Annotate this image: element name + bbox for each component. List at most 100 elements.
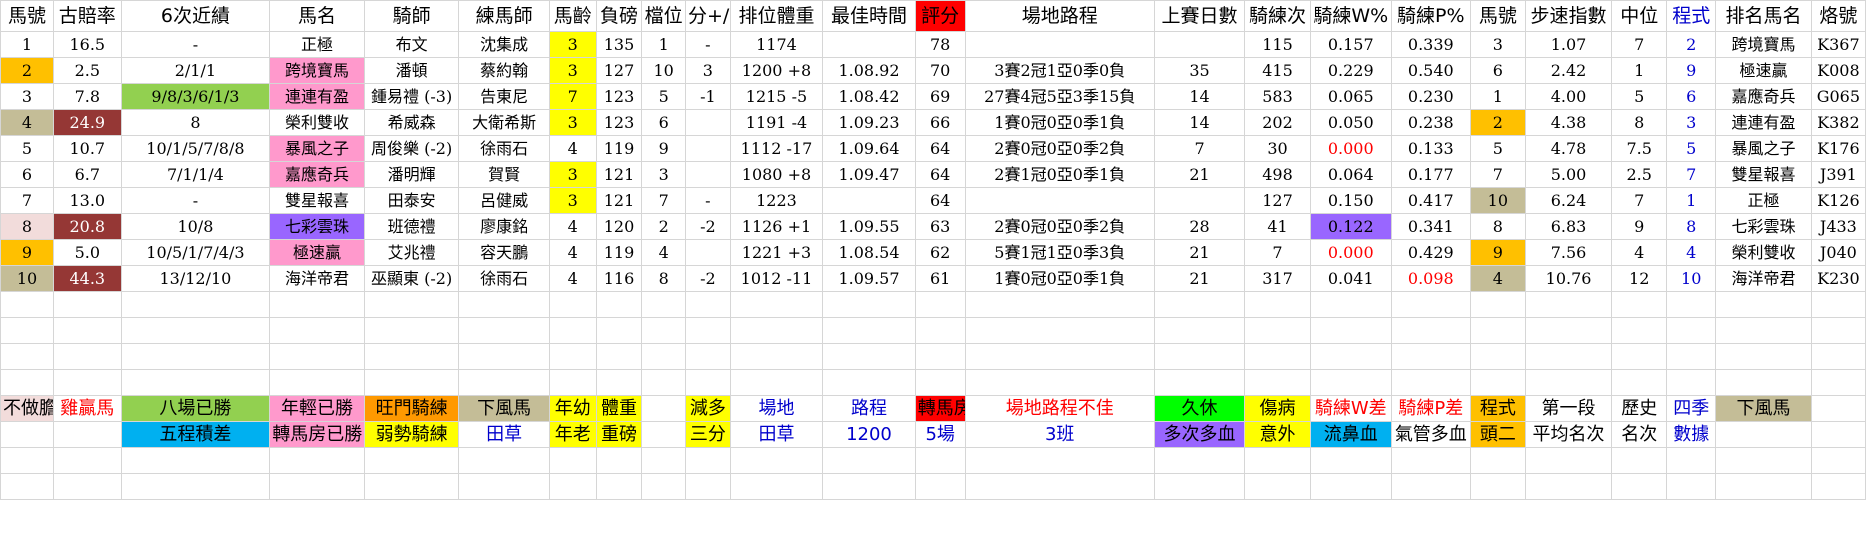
legend-cell[interactable]: 旺門騎練 <box>363 395 460 422</box>
legend-cell[interactable] <box>1810 395 1866 422</box>
table-cell[interactable]: 64 <box>914 187 966 214</box>
table-cell[interactable] <box>53 447 122 474</box>
table-cell[interactable]: 70 <box>914 57 966 84</box>
column-header[interactable]: 馬號 <box>0 0 55 32</box>
table-cell[interactable] <box>822 369 916 396</box>
column-header[interactable]: 上賽日數 <box>1153 0 1246 32</box>
table-cell[interactable] <box>1810 291 1866 318</box>
table-cell[interactable] <box>363 317 460 344</box>
table-cell[interactable]: 7 <box>548 83 597 110</box>
table-cell[interactable] <box>595 291 643 318</box>
legend-cell[interactable]: 四季 <box>1666 395 1717 422</box>
table-cell[interactable] <box>120 447 271 474</box>
table-cell[interactable] <box>914 291 966 318</box>
table-cell[interactable]: 1191 -4 <box>729 109 824 136</box>
table-cell[interactable]: 5 <box>1611 83 1668 110</box>
table-cell[interactable] <box>914 473 966 500</box>
table-cell[interactable] <box>120 473 271 500</box>
table-cell[interactable]: 8 <box>641 265 687 292</box>
table-cell[interactable]: 10.76 <box>1524 265 1613 292</box>
table-cell[interactable] <box>1469 473 1526 500</box>
table-cell[interactable] <box>1153 317 1246 344</box>
table-cell[interactable] <box>1244 369 1311 396</box>
table-cell[interactable]: -2 <box>685 265 731 292</box>
table-cell[interactable]: 4 <box>548 135 597 162</box>
table-cell[interactable]: 徐雨石 <box>458 265 550 292</box>
table-cell[interactable]: 6 <box>0 161 55 188</box>
table-cell[interactable] <box>1611 343 1668 370</box>
table-cell[interactable]: 鍾易禮 (-3) <box>363 83 460 110</box>
table-cell[interactable] <box>1810 369 1866 396</box>
table-cell[interactable] <box>53 473 122 500</box>
table-cell[interactable] <box>1309 447 1392 474</box>
table-cell[interactable]: 13/12/10 <box>120 265 271 292</box>
table-cell[interactable]: 317 <box>1244 265 1311 292</box>
table-cell[interactable]: 202 <box>1244 109 1311 136</box>
table-cell[interactable] <box>1810 343 1866 370</box>
table-cell[interactable]: 8 <box>120 109 271 136</box>
table-cell[interactable] <box>363 343 460 370</box>
table-cell[interactable]: 2 <box>641 213 687 240</box>
legend-cell[interactable]: 數據 <box>1666 421 1717 448</box>
table-cell[interactable]: 連連有盈 <box>269 83 365 110</box>
legend-cell[interactable] <box>641 395 687 422</box>
table-cell[interactable] <box>595 447 643 474</box>
table-cell[interactable]: 海洋帝君 <box>269 265 365 292</box>
table-cell[interactable] <box>685 343 731 370</box>
table-cell[interactable]: 12 <box>1611 265 1668 292</box>
table-cell[interactable]: 127 <box>1244 187 1311 214</box>
table-cell[interactable]: K382 <box>1810 109 1866 136</box>
table-cell[interactable]: 4.00 <box>1524 83 1613 110</box>
column-header[interactable]: 馬名 <box>269 0 365 32</box>
table-cell[interactable] <box>822 473 916 500</box>
table-cell[interactable]: 田泰安 <box>363 187 460 214</box>
table-cell[interactable] <box>1244 473 1311 500</box>
table-cell[interactable] <box>0 317 55 344</box>
table-cell[interactable]: 0.050 <box>1309 109 1392 136</box>
table-cell[interactable]: 4 <box>1469 265 1526 292</box>
table-cell[interactable] <box>685 317 731 344</box>
table-cell[interactable]: 嘉應奇兵 <box>269 161 365 188</box>
table-cell[interactable]: 3賽2冠1亞0季0負 <box>964 57 1155 84</box>
table-cell[interactable]: 415 <box>1244 57 1311 84</box>
table-cell[interactable] <box>729 317 824 344</box>
table-cell[interactable]: 跨境寶馬 <box>269 57 365 84</box>
table-cell[interactable]: 8 <box>1469 213 1526 240</box>
table-cell[interactable]: 4 <box>641 239 687 266</box>
table-cell[interactable] <box>1666 447 1717 474</box>
table-cell[interactable] <box>685 447 731 474</box>
table-cell[interactable]: 6 <box>1469 57 1526 84</box>
table-cell[interactable]: 沈集成 <box>458 31 550 58</box>
table-cell[interactable]: 3 <box>548 31 597 58</box>
table-cell[interactable]: 69 <box>914 83 966 110</box>
table-cell[interactable]: 0.064 <box>1309 161 1392 188</box>
table-cell[interactable]: 0.177 <box>1390 161 1471 188</box>
table-cell[interactable] <box>1524 447 1613 474</box>
table-cell[interactable] <box>1611 369 1668 396</box>
table-cell[interactable]: 1 <box>641 31 687 58</box>
table-cell[interactable]: 1221 +3 <box>729 239 824 266</box>
table-cell[interactable] <box>269 291 365 318</box>
legend-cell[interactable]: 1200 <box>822 421 916 448</box>
table-cell[interactable]: 8 <box>1611 109 1668 136</box>
table-cell[interactable]: K230 <box>1810 265 1866 292</box>
table-cell[interactable]: 4.78 <box>1524 135 1613 162</box>
table-cell[interactable]: 潘頓 <box>363 57 460 84</box>
table-cell[interactable] <box>53 369 122 396</box>
table-cell[interactable] <box>53 291 122 318</box>
table-cell[interactable] <box>269 343 365 370</box>
column-header[interactable]: 中位 <box>1611 0 1668 32</box>
table-cell[interactable] <box>685 135 731 162</box>
legend-cell[interactable]: 路程 <box>822 395 916 422</box>
table-cell[interactable] <box>548 291 597 318</box>
column-header[interactable]: 檔位 <box>641 0 687 32</box>
table-cell[interactable] <box>0 343 55 370</box>
table-cell[interactable] <box>1244 447 1311 474</box>
table-cell[interactable]: 5 <box>1469 135 1526 162</box>
table-cell[interactable] <box>641 343 687 370</box>
table-cell[interactable] <box>120 291 271 318</box>
table-cell[interactable]: - <box>685 31 731 58</box>
table-cell[interactable]: 0.150 <box>1309 187 1392 214</box>
table-cell[interactable]: 3 <box>0 83 55 110</box>
table-cell[interactable]: 123 <box>595 83 643 110</box>
